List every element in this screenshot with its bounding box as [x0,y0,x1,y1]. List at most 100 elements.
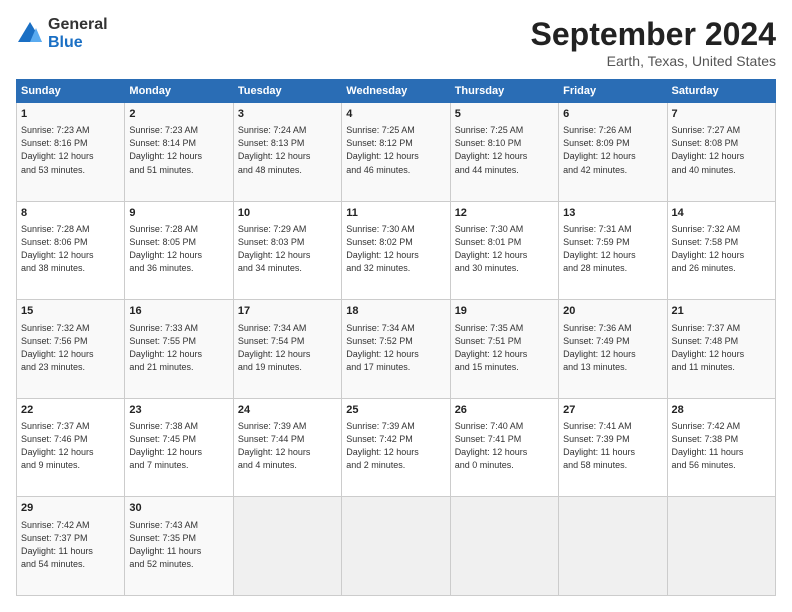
day-number: 16 [129,304,228,319]
calendar-cell: 8Sunrise: 7:28 AM Sunset: 8:06 PM Daylig… [17,201,125,300]
calendar-cell: 11 Sunrise: 7:30 AM Sunset: 8:02 PM Dayli… [342,201,450,300]
day-number: 4 [346,107,445,122]
calendar-cell [559,497,667,596]
calendar-cell: 10 Sunrise: 7:29 AM Sunset: 8:03 PM Dayli… [233,201,341,300]
calendar-header: Sunday Monday Tuesday Wednesday Thursday… [17,80,776,103]
logo-blue: Blue [48,34,108,52]
calendar-cell: 16 Sunrise: 7:33 AM Sunset: 7:55 PM Dayli… [125,300,233,399]
calendar-cell: 9Sunrise: 7:28 AM Sunset: 8:05 PM Daylig… [125,201,233,300]
day-number: 10 [238,206,337,221]
day-info: Sunrise: 7:38 AM Sunset: 7:45 PM Dayligh… [129,420,228,472]
col-saturday: Saturday [667,80,775,103]
calendar-cell: 5 Sunrise: 7:25 AM Sunset: 8:10 PM Daylig… [450,103,558,202]
calendar-week-3: 15 Sunrise: 7:32 AM Sunset: 7:56 PM Dayli… [17,300,776,399]
calendar-cell: 2 Sunrise: 7:23 AM Sunset: 8:14 PM Daylig… [125,103,233,202]
calendar-week-1: 1 Sunrise: 7:23 AM Sunset: 8:16 PM Daylig… [17,103,776,202]
day-number: 6 [563,107,662,122]
day-number: 12 [455,206,554,221]
col-friday: Friday [559,80,667,103]
calendar-cell [667,497,775,596]
day-number: 29 [21,501,120,516]
day-number: 23 [129,403,228,418]
day-info: Sunrise: 7:23 AM Sunset: 8:14 PM Dayligh… [129,124,228,176]
calendar-cell: 7 Sunrise: 7:27 AM Sunset: 8:08 PM Daylig… [667,103,775,202]
day-info: Sunrise: 7:31 AM Sunset: 7:59 PM Dayligh… [563,223,662,275]
col-monday: Monday [125,80,233,103]
logo-general: General [48,16,108,34]
calendar-cell: 3Sunrise: 7:24 AM Sunset: 8:13 PM Daylig… [233,103,341,202]
calendar-cell: 30 Sunrise: 7:43 AM Sunset: 7:35 PM Dayli… [125,497,233,596]
calendar-cell: 29 Sunrise: 7:42 AM Sunset: 7:37 PM Dayli… [17,497,125,596]
col-wednesday: Wednesday [342,80,450,103]
calendar-cell [342,497,450,596]
day-info: Sunrise: 7:30 AM Sunset: 8:01 PM Dayligh… [455,223,554,275]
day-info: Sunrise: 7:25 AM Sunset: 8:10 PM Dayligh… [455,124,554,176]
title-month: September 2024 [531,16,776,53]
day-info: Sunrise: 7:39 AM Sunset: 7:42 PM Dayligh… [346,420,445,472]
calendar-cell: 20Sunrise: 7:36 AM Sunset: 7:49 PM Dayli… [559,300,667,399]
day-number: 5 [455,107,554,122]
day-info: Sunrise: 7:29 AM Sunset: 8:03 PM Dayligh… [238,223,337,275]
day-info: Sunrise: 7:30 AM Sunset: 8:02 PM Dayligh… [346,223,445,275]
title-block: September 2024 Earth, Texas, United Stat… [531,16,776,69]
calendar-cell: 1 Sunrise: 7:23 AM Sunset: 8:16 PM Daylig… [17,103,125,202]
calendar-week-5: 29 Sunrise: 7:42 AM Sunset: 7:37 PM Dayli… [17,497,776,596]
day-number: 24 [238,403,337,418]
calendar-cell: 15 Sunrise: 7:32 AM Sunset: 7:56 PM Dayli… [17,300,125,399]
day-number: 1 [21,107,120,122]
day-info: Sunrise: 7:25 AM Sunset: 8:12 PM Dayligh… [346,124,445,176]
day-info: Sunrise: 7:23 AM Sunset: 8:16 PM Dayligh… [21,124,120,176]
calendar-cell: 27Sunrise: 7:41 AM Sunset: 7:39 PM Dayli… [559,398,667,497]
calendar-cell: 25Sunrise: 7:39 AM Sunset: 7:42 PM Dayli… [342,398,450,497]
calendar-cell: 28 Sunrise: 7:42 AM Sunset: 7:38 PM Dayli… [667,398,775,497]
day-info: Sunrise: 7:33 AM Sunset: 7:55 PM Dayligh… [129,322,228,374]
day-info: Sunrise: 7:39 AM Sunset: 7:44 PM Dayligh… [238,420,337,472]
title-location: Earth, Texas, United States [531,53,776,69]
logo-text: General Blue [48,16,108,51]
col-sunday: Sunday [17,80,125,103]
day-number: 2 [129,107,228,122]
calendar-table: Sunday Monday Tuesday Wednesday Thursday… [16,79,776,596]
day-number: 15 [21,304,120,319]
day-number: 11 [346,206,445,221]
day-info: Sunrise: 7:42 AM Sunset: 7:37 PM Dayligh… [21,519,120,571]
day-info: Sunrise: 7:37 AM Sunset: 7:48 PM Dayligh… [672,322,771,374]
logo: General Blue [16,16,108,51]
day-number: 30 [129,501,228,516]
day-number: 19 [455,304,554,319]
calendar-cell: 26Sunrise: 7:40 AM Sunset: 7:41 PM Dayli… [450,398,558,497]
calendar-cell: 19Sunrise: 7:35 AM Sunset: 7:51 PM Dayli… [450,300,558,399]
calendar-cell: 18Sunrise: 7:34 AM Sunset: 7:52 PM Dayli… [342,300,450,399]
day-info: Sunrise: 7:27 AM Sunset: 8:08 PM Dayligh… [672,124,771,176]
calendar-cell: 21Sunrise: 7:37 AM Sunset: 7:48 PM Dayli… [667,300,775,399]
header-row: Sunday Monday Tuesday Wednesday Thursday… [17,80,776,103]
calendar-body: 1 Sunrise: 7:23 AM Sunset: 8:16 PM Daylig… [17,103,776,596]
day-number: 13 [563,206,662,221]
calendar-cell: 13 Sunrise: 7:31 AM Sunset: 7:59 PM Dayli… [559,201,667,300]
header: General Blue September 2024 Earth, Texas… [16,16,776,69]
calendar-week-4: 22Sunrise: 7:37 AM Sunset: 7:46 PM Dayli… [17,398,776,497]
day-info: Sunrise: 7:26 AM Sunset: 8:09 PM Dayligh… [563,124,662,176]
day-number: 22 [21,403,120,418]
day-info: Sunrise: 7:40 AM Sunset: 7:41 PM Dayligh… [455,420,554,472]
calendar-cell: 23 Sunrise: 7:38 AM Sunset: 7:45 PM Dayli… [125,398,233,497]
calendar-cell: 12 Sunrise: 7:30 AM Sunset: 8:01 PM Dayli… [450,201,558,300]
calendar-cell [450,497,558,596]
day-number: 17 [238,304,337,319]
logo-icon [16,20,44,48]
day-number: 8 [21,206,120,221]
calendar-cell: 4 Sunrise: 7:25 AM Sunset: 8:12 PM Daylig… [342,103,450,202]
calendar-cell: 14Sunrise: 7:32 AM Sunset: 7:58 PM Dayli… [667,201,775,300]
day-number: 7 [672,107,771,122]
day-info: Sunrise: 7:34 AM Sunset: 7:52 PM Dayligh… [346,322,445,374]
calendar-cell [233,497,341,596]
day-number: 20 [563,304,662,319]
day-info: Sunrise: 7:32 AM Sunset: 7:58 PM Dayligh… [672,223,771,275]
day-info: Sunrise: 7:32 AM Sunset: 7:56 PM Dayligh… [21,322,120,374]
col-tuesday: Tuesday [233,80,341,103]
day-info: Sunrise: 7:34 AM Sunset: 7:54 PM Dayligh… [238,322,337,374]
col-thursday: Thursday [450,80,558,103]
day-number: 28 [672,403,771,418]
day-info: Sunrise: 7:43 AM Sunset: 7:35 PM Dayligh… [129,519,228,571]
day-info: Sunrise: 7:42 AM Sunset: 7:38 PM Dayligh… [672,420,771,472]
